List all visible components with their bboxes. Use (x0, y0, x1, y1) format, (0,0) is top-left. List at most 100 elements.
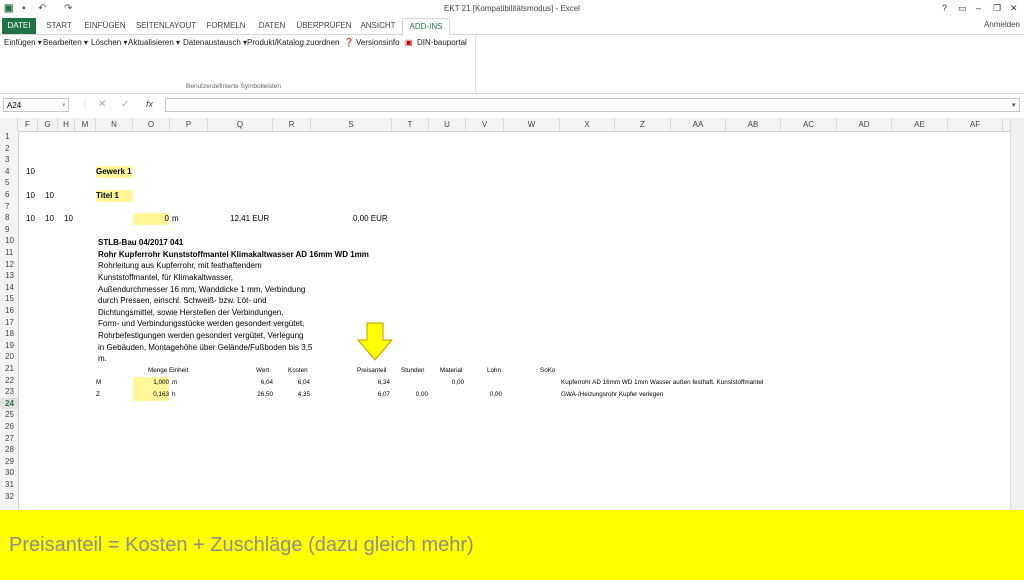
versionsinfo-button[interactable]: Versionsinfo (356, 38, 400, 47)
cell-preisanteil-23[interactable]: 6,07 (355, 389, 390, 401)
cell-f8[interactable]: 10 (26, 213, 35, 225)
row-header[interactable]: 4 (0, 166, 18, 178)
header-stunden[interactable]: Stunden (401, 365, 424, 377)
minimize-icon[interactable]: – (976, 3, 981, 13)
datenaustausch-menu[interactable]: Datenaustausch ▾ (183, 38, 247, 47)
column-header[interactable]: P (170, 118, 208, 131)
cell-n11[interactable]: Rohr Kupferrohr Kunststoffmantel Klimaka… (98, 249, 369, 261)
column-header[interactable]: X (560, 118, 615, 131)
cell-n10[interactable]: STLB-Bau 04/2017 041 (98, 237, 183, 249)
cell-kosten-22[interactable]: 6,04 (276, 377, 310, 389)
cancel-icon[interactable]: ✕ (98, 99, 106, 110)
tab-ansicht[interactable]: ANSICHT (356, 18, 400, 34)
tab-datei[interactable]: DATEI (2, 18, 36, 34)
produkt-katalog-button[interactable]: Produkt/Katalog zuordnen (247, 38, 340, 47)
cell-n14[interactable]: Außendurchmesser 16 mm, Wanddicke 1 mm, … (98, 284, 305, 296)
column-header[interactable]: G (38, 118, 58, 131)
row-header[interactable]: 11 (0, 247, 18, 259)
column-header[interactable]: O (133, 118, 170, 131)
cell-desc-23[interactable]: GWA-/Heizungsrohr Kupfer verlegen (561, 389, 663, 401)
row-header[interactable]: 9 (0, 224, 18, 236)
header-kosten[interactable]: Kosten (288, 365, 308, 377)
vertical-scrollbar[interactable] (1010, 118, 1024, 510)
cell-n6[interactable]: Titel 1 (96, 190, 133, 202)
select-all-corner[interactable] (0, 118, 18, 131)
formula-input[interactable] (165, 98, 1020, 112)
cell-n12[interactable]: Rohrleitung aus Kupferrohr, mit festhaft… (98, 260, 262, 272)
row-header[interactable]: 27 (0, 433, 18, 445)
cell-lohn-23[interactable]: 0,00 (466, 389, 502, 401)
row-header[interactable]: 31 (0, 479, 18, 491)
name-box[interactable]: A24 (3, 98, 69, 112)
header-wert[interactable]: Wert (256, 365, 269, 377)
cell-n19[interactable]: in Gebäuden, Montagehöhe über Gelände/Fu… (98, 342, 312, 354)
column-header[interactable]: U (429, 118, 466, 131)
cell-s8[interactable]: 0,00 EUR (353, 213, 388, 225)
column-header[interactable]: AA (671, 118, 726, 131)
din-bauportal-button[interactable]: DIN-bauportal (417, 38, 467, 47)
cell-g8[interactable]: 10 (45, 213, 54, 225)
sign-in-link[interactable]: Anmelden (984, 20, 1020, 29)
column-header[interactable]: W (504, 118, 560, 131)
header-menge-einheit[interactable]: Menge Einheit (148, 365, 188, 377)
row-header[interactable]: 12 (0, 259, 18, 271)
cell-type-23[interactable]: Z (96, 389, 100, 401)
einfuegen-menu[interactable]: Einfügen ▾ (4, 38, 42, 47)
row-header[interactable]: 25 (0, 409, 18, 421)
row-header[interactable]: 13 (0, 270, 18, 282)
expand-formula-icon[interactable]: ▾ (1012, 101, 1016, 109)
bearbeiten-menu[interactable]: Bearbeiten ▾ (43, 38, 88, 47)
row-header[interactable]: 8 (0, 212, 18, 224)
cell-n15[interactable]: durch Pressen, einschl. Schweiß- bzw. Lö… (98, 295, 267, 307)
enter-check-icon[interactable]: ✓ (121, 99, 129, 110)
tab-seitenlayout[interactable]: SEITENLAYOUT (132, 18, 200, 34)
cell-o8[interactable]: 0 (133, 213, 169, 225)
column-header[interactable]: H (58, 118, 75, 131)
loeschen-menu[interactable]: Löschen ▾ (91, 38, 127, 47)
column-header[interactable]: N (96, 118, 133, 131)
column-header[interactable]: AE (892, 118, 948, 131)
row-header[interactable]: 21 (0, 363, 18, 375)
row-header[interactable]: 18 (0, 328, 18, 340)
tab-einfuegen[interactable]: EINFÜGEN (80, 18, 130, 34)
cell-wert-23[interactable]: 26,50 (240, 389, 273, 401)
column-header[interactable]: F (18, 118, 38, 131)
cell-material-22[interactable]: 0,00 (430, 377, 464, 389)
row-header[interactable]: 32 (0, 491, 18, 503)
row-header[interactable]: 10 (0, 235, 18, 247)
tab-ueberpruefen[interactable]: ÜBERPRÜFEN (294, 18, 354, 34)
row-header[interactable]: 19 (0, 340, 18, 352)
row-header[interactable]: 28 (0, 444, 18, 456)
cell-unit-22[interactable]: m (172, 377, 177, 389)
cell-n16[interactable]: Dichtungsmittel, sowie Herstellen der Ve… (98, 307, 283, 319)
cell-menge-22[interactable]: 1,000 (133, 377, 169, 389)
cell-q8[interactable]: 12,41 EUR (230, 213, 269, 225)
cell-f6[interactable]: 10 (26, 190, 35, 202)
header-preisanteil[interactable]: Preisanteil (357, 365, 386, 377)
row-header[interactable]: 26 (0, 421, 18, 433)
row-header[interactable]: 17 (0, 317, 18, 329)
column-header[interactable]: R (273, 118, 311, 131)
tab-add-ins[interactable]: ADD-INS (402, 18, 450, 36)
cell-wert-22[interactable]: 6,04 (240, 377, 273, 389)
column-header[interactable]: T (392, 118, 429, 131)
row-header[interactable]: 22 (0, 375, 18, 387)
cell-n18[interactable]: Rohrbefestigungen werden gesondert vergü… (98, 330, 303, 342)
header-material[interactable]: Material (440, 365, 462, 377)
tab-formeln[interactable]: FORMELN (202, 18, 250, 34)
cell-h8[interactable]: 10 (64, 213, 73, 225)
cell-preisanteil-22[interactable]: 6,34 (355, 377, 390, 389)
chevron-down-icon[interactable]: ▾ (62, 101, 66, 109)
row-header[interactable]: 6 (0, 189, 18, 201)
cell-menge-23[interactable]: 0,163 (133, 389, 169, 401)
insert-function-icon[interactable]: fx (146, 99, 153, 109)
row-header[interactable]: 5 (0, 177, 18, 189)
cell-unit-23[interactable]: h (172, 389, 176, 401)
column-header[interactable]: M (75, 118, 96, 131)
row-header[interactable]: 7 (0, 201, 18, 213)
cell-g6[interactable]: 10 (45, 190, 54, 202)
cell-type-22[interactable]: M (96, 377, 101, 389)
row-header[interactable]: 16 (0, 305, 18, 317)
row-header[interactable]: 30 (0, 467, 18, 479)
row-header[interactable]: 3 (0, 154, 18, 166)
